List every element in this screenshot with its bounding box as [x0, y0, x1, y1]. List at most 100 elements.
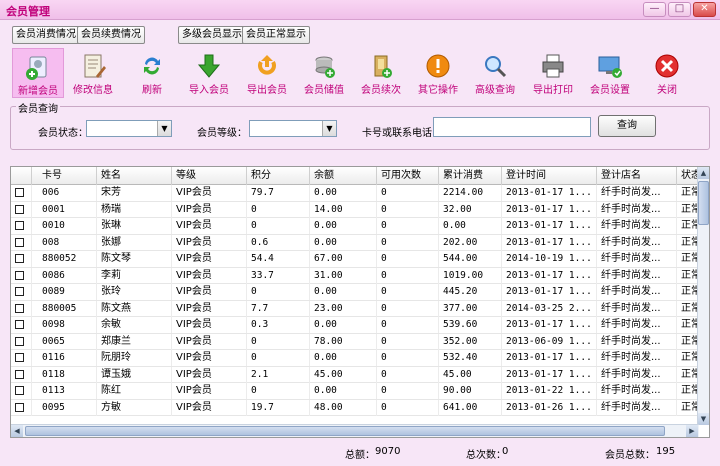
horizontal-scroll-thumb[interactable] [25, 426, 665, 436]
table-cell: 0116 [32, 350, 97, 366]
row-checkbox[interactable] [15, 287, 24, 296]
row-checkbox-cell [11, 350, 32, 366]
row-checkbox[interactable] [15, 402, 24, 412]
tab-normal[interactable]: 会员正常显示 [242, 26, 310, 44]
table-row[interactable]: 0116 阮朋玲 VIP会员 0 0.00 0 532.40 2013-01-17 1... 纤… [11, 350, 699, 367]
advanced-search-button[interactable]: 高级查询 [469, 48, 521, 98]
row-checkbox[interactable] [15, 303, 24, 313]
table-cell: 352.00 [439, 333, 502, 350]
tab-multilevel[interactable]: 多级会员显示 [178, 26, 246, 44]
table-row[interactable]: 0118 谭玉娥 VIP会员 2.1 45.00 0 45.00 2013-01-17 1..… [11, 366, 699, 383]
row-checkbox[interactable] [15, 270, 24, 280]
table-cell: 杨瑞 [97, 201, 172, 218]
refresh-button[interactable]: 刷新 [126, 48, 178, 98]
row-checkbox[interactable] [15, 369, 24, 379]
table-row[interactable]: 008 张娜 VIP会员 0.6 0.00 0 202.00 2013-01-17 1... 纤… [11, 234, 699, 251]
column-header-total-spent[interactable]: 累计消费 [439, 167, 502, 185]
row-checkbox[interactable] [15, 237, 24, 247]
maximize-button[interactable]: □ [668, 2, 691, 17]
column-header-times[interactable]: 可用次数 [377, 167, 439, 185]
title-bar: 会员管理 — □ ✕ [0, 0, 720, 20]
row-checkbox[interactable] [15, 254, 24, 263]
table-cell: 李莉 [97, 267, 172, 284]
search-group-title: 会员查询 [16, 100, 60, 115]
column-header-card[interactable]: 卡号 [32, 167, 97, 185]
status-select[interactable]: ▼ [86, 120, 172, 137]
row-checkbox[interactable] [15, 221, 24, 230]
scroll-right-icon[interactable]: ▶ [686, 425, 698, 437]
table-row[interactable]: 0098 余敏 VIP会员 0.3 0.00 0 539.60 2013-01-17 1...… [11, 317, 699, 334]
table-cell: 2013-01-22 1... [502, 383, 597, 399]
table-cell: 0.3 [247, 317, 310, 333]
table-cell: 2013-01-17 1... [502, 185, 597, 201]
column-header-name[interactable]: 姓名 [97, 167, 172, 185]
other-ops-button[interactable]: 其它操作 [412, 48, 464, 98]
row-checkbox[interactable] [15, 353, 24, 362]
table-cell: 纤手时尚发... [597, 251, 677, 267]
table-row[interactable]: 0065 郑康兰 VIP会员 0 78.00 0 352.00 2013-06-09 1...… [11, 333, 699, 350]
row-checkbox-cell [11, 284, 32, 300]
import-members-button[interactable]: 导入会员 [183, 48, 235, 98]
column-header-level[interactable]: 等级 [172, 167, 247, 185]
table-row[interactable]: 0001 杨瑞 VIP会员 0 14.00 0 32.00 2013-01-17 1... 纤手… [11, 201, 699, 218]
table-cell: 张玲 [97, 284, 172, 300]
column-header-status[interactable]: 状态 [677, 167, 699, 185]
vertical-scroll-thumb[interactable] [698, 181, 709, 225]
tab-consumption[interactable]: 会员消费情况 [12, 26, 80, 44]
table-cell: 正常 [677, 366, 699, 383]
row-checkbox[interactable] [15, 320, 24, 329]
table-cell: 纤手时尚发... [597, 185, 677, 201]
table-row[interactable]: 0086 李莉 VIP会员 33.7 31.00 0 1019.00 2013-01-17 1… [11, 267, 699, 284]
table-row[interactable]: 880052 陈文琴 VIP会员 54.4 67.00 0 544.00 2014-10-19… [11, 251, 699, 268]
export-print-button[interactable]: 导出打印 [527, 48, 579, 98]
table-cell: 0118 [32, 366, 97, 383]
chevron-down-icon: ▼ [322, 121, 336, 136]
close-tool-button[interactable]: 关闭 [641, 48, 693, 98]
level-select[interactable]: ▼ [249, 120, 337, 137]
search-button[interactable]: 查询 [598, 115, 656, 137]
row-checkbox[interactable] [15, 386, 24, 395]
column-header-store[interactable]: 登计店名 [597, 167, 677, 185]
member-deposit-button[interactable]: 会员储值 [298, 48, 350, 98]
status-label: 会员状态： [38, 128, 88, 139]
table-row[interactable]: 880005 陈文燕 VIP会员 7.7 23.00 0 377.00 2014-03-25 … [11, 300, 699, 317]
table-row[interactable]: 0095 方敏 VIP会员 19.7 48.00 0 641.00 2013-01-26 1.… [11, 399, 699, 416]
table-row[interactable]: 006 宋芳 VIP会员 79.7 0.00 0 2214.00 2013-01-17 1..… [11, 185, 699, 202]
column-header-points[interactable]: 积分 [247, 167, 310, 185]
table-cell: VIP会员 [172, 201, 247, 218]
table-cell: 0001 [32, 201, 97, 218]
table-cell: 0 [377, 284, 439, 300]
row-checkbox[interactable] [15, 204, 24, 214]
close-button[interactable]: ✕ [693, 2, 716, 17]
table-cell: 0.00 [310, 218, 377, 234]
table-row[interactable]: 0010 张琳 VIP会员 0 0.00 0 0.00 2013-01-17 1... 纤手时尚… [11, 218, 699, 235]
table-cell: 641.00 [439, 399, 502, 416]
edit-document-icon [84, 54, 106, 78]
table-cell: 张琳 [97, 218, 172, 234]
tab-renewal[interactable]: 会员续费情况 [77, 26, 145, 44]
scroll-down-icon[interactable]: ▼ [698, 413, 709, 425]
member-renew-button[interactable]: 会员续次 [355, 48, 407, 98]
edit-info-button[interactable]: 修改信息 [67, 48, 119, 98]
member-settings-button[interactable]: 会员设置 [584, 48, 636, 98]
column-header-balance[interactable]: 余额 [310, 167, 377, 185]
table-row[interactable]: 0089 张玲 VIP会员 0 0.00 0 445.20 2013-01-17 1... 纤手… [11, 284, 699, 301]
table-cell: 0 [247, 383, 310, 399]
vertical-scrollbar[interactable]: ▲ ▼ [697, 167, 709, 425]
card-phone-input[interactable] [433, 117, 591, 137]
table-cell: VIP会员 [172, 350, 247, 366]
scroll-left-icon[interactable]: ◀ [11, 425, 23, 437]
table-cell: 陈红 [97, 383, 172, 399]
minimize-button[interactable]: — [643, 2, 666, 17]
export-members-button[interactable]: 导出会员 [241, 48, 293, 98]
row-checkbox[interactable] [15, 188, 24, 197]
table-cell: 0.00 [310, 234, 377, 251]
table-row[interactable]: 0113 陈红 VIP会员 0 0.00 0 90.00 2013-01-22 1... 纤手时… [11, 383, 699, 400]
add-member-button[interactable]: 新增会员 [12, 48, 64, 98]
horizontal-scrollbar[interactable]: ◀ ▶ [11, 424, 699, 437]
row-checkbox[interactable] [15, 336, 24, 346]
table-cell: 正常 [677, 350, 699, 366]
scroll-up-icon[interactable]: ▲ [698, 167, 709, 179]
column-header-register-time[interactable]: 登计时间 [502, 167, 597, 185]
table-cell: 纤手时尚发... [597, 383, 677, 399]
